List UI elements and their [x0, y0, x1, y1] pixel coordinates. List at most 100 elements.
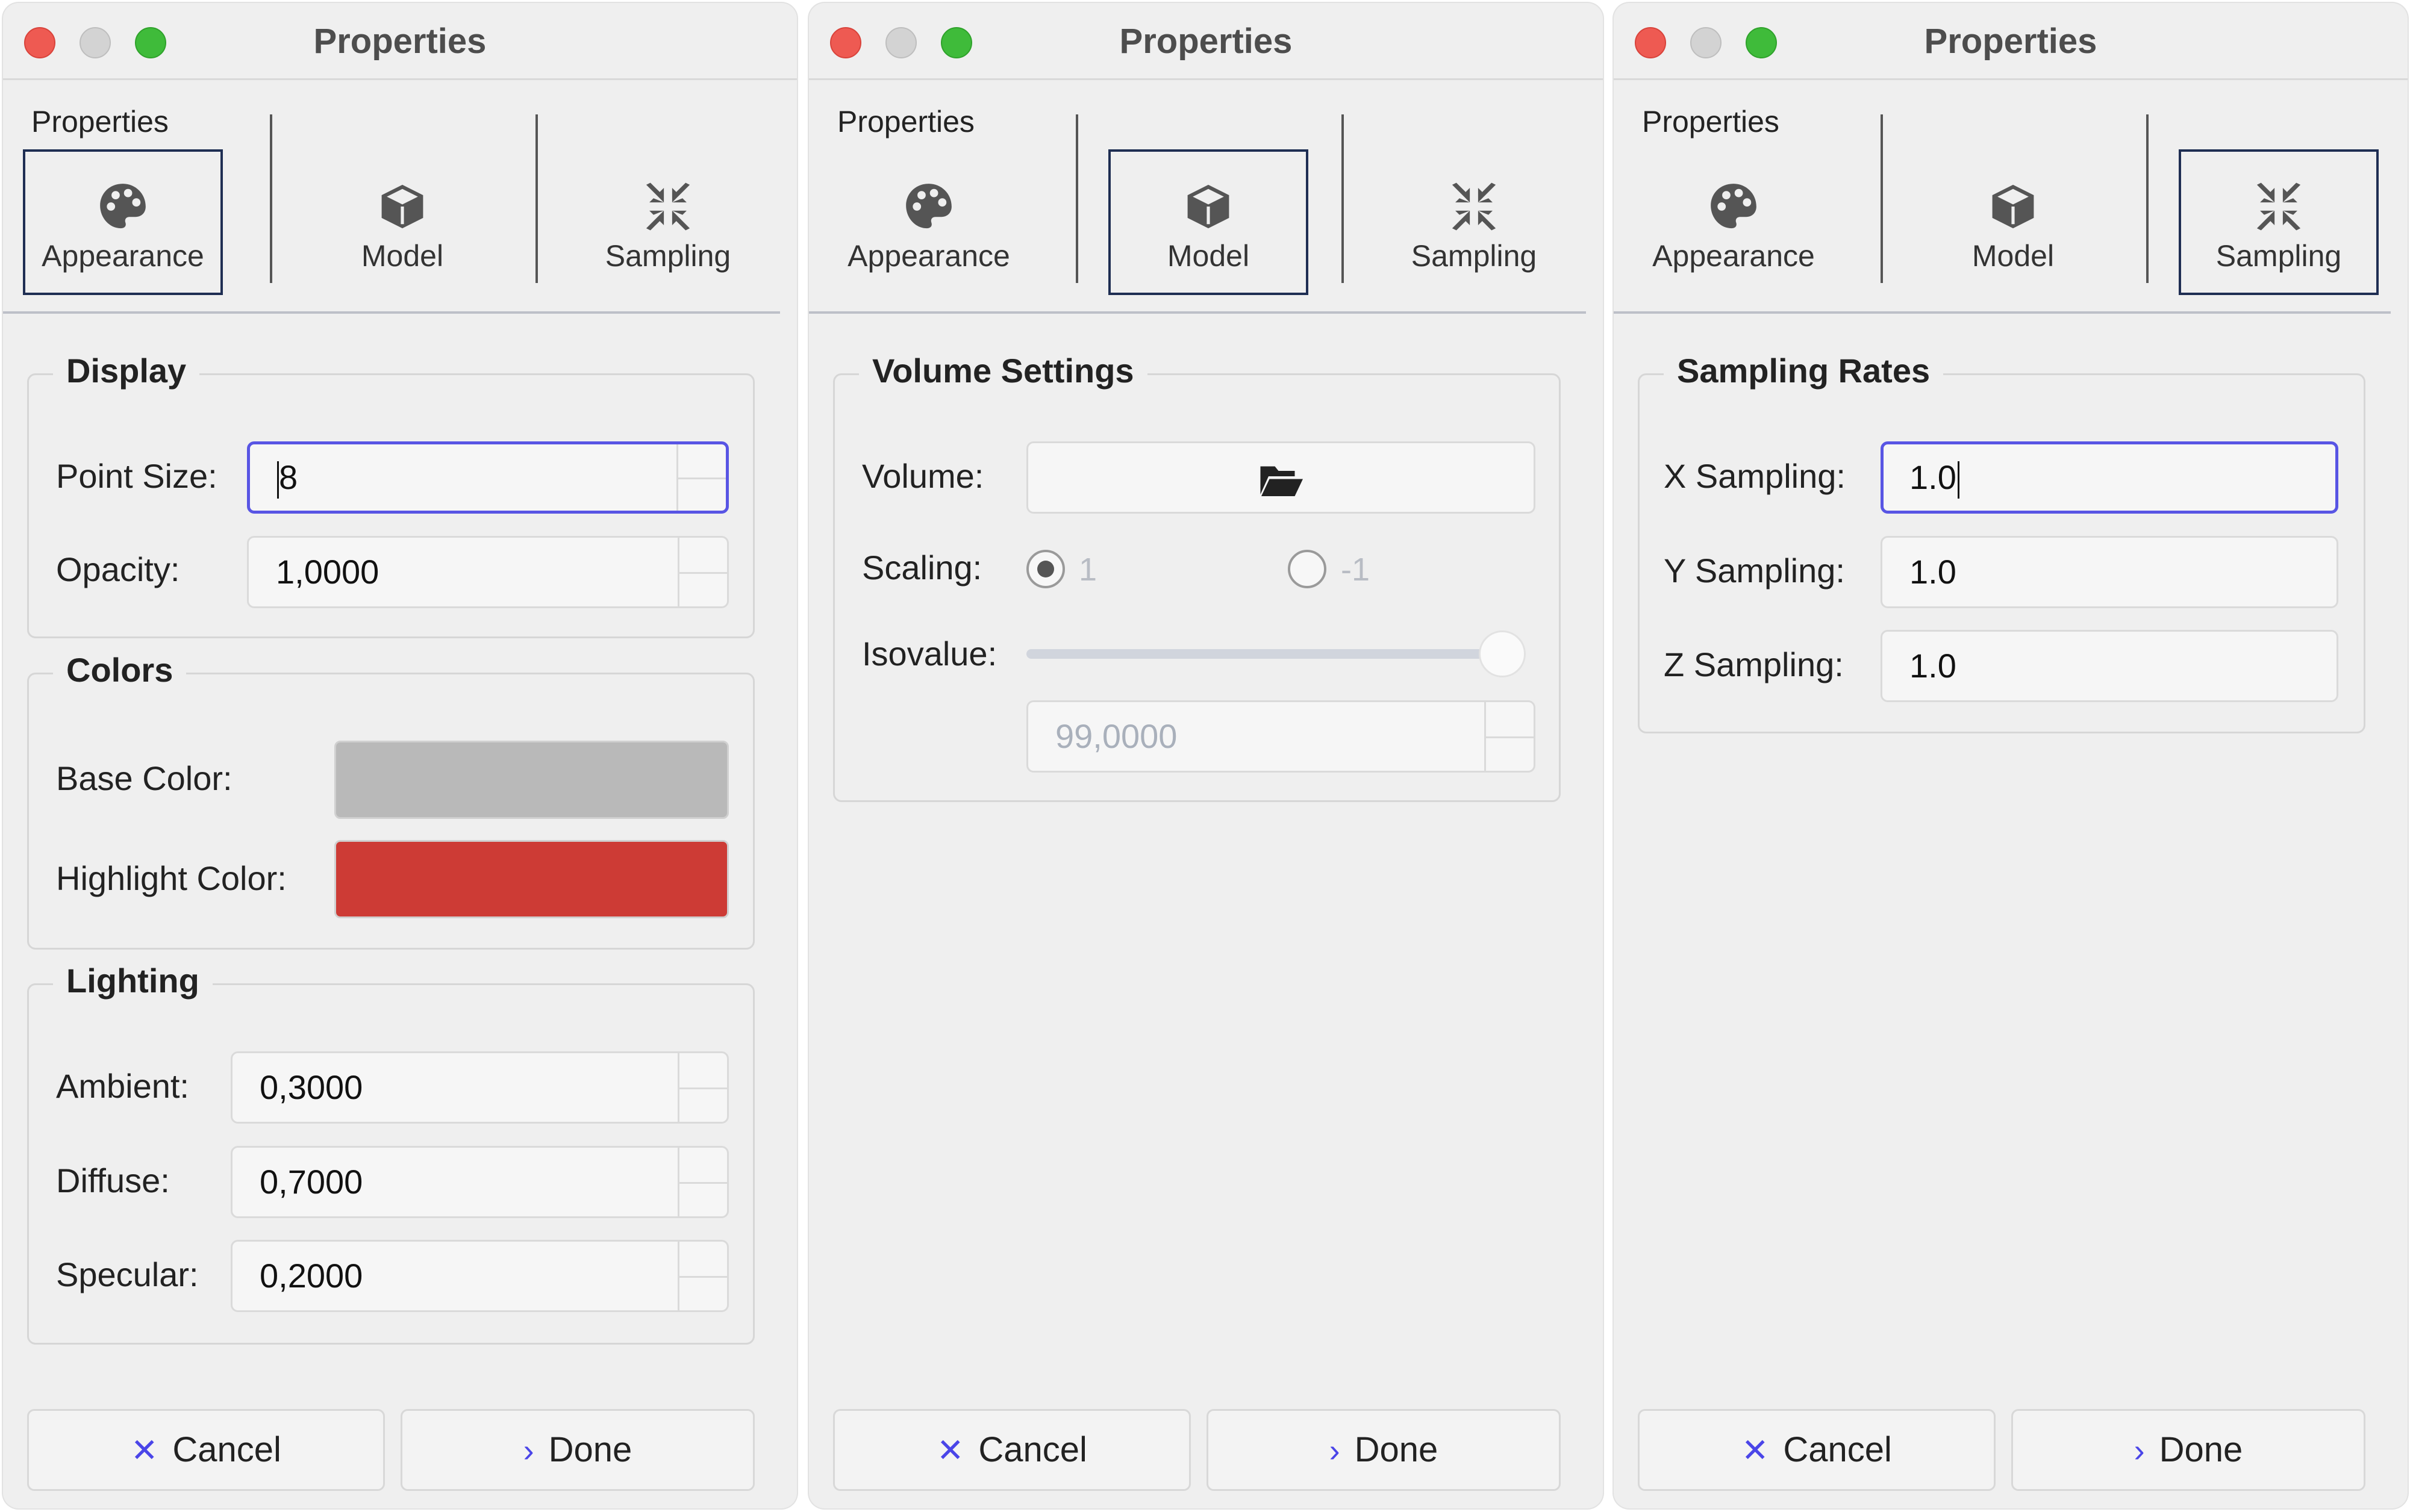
group-title: Display	[53, 351, 200, 390]
toolbar-label: Properties	[1642, 105, 1779, 138]
palette-icon	[1711, 184, 1756, 229]
compress-arrows-icon	[1452, 182, 1496, 231]
toolbar-separator	[535, 114, 538, 283]
tab-label: Sampling	[605, 239, 731, 273]
tab-sampling[interactable]: Sampling	[2179, 149, 2379, 295]
opacity-label: Opacity:	[56, 550, 180, 588]
tab-appearance[interactable]: Appearance	[829, 149, 1029, 295]
colors-group: Colors Base Color: Highlight Color:	[27, 650, 755, 950]
properties-window-sampling: Properties Properties Appearance Model S…	[1614, 3, 2408, 1508]
sampling-rates-group: Sampling Rates X Sampling: 1.0 Y Samplin…	[1638, 351, 2365, 733]
opacity-input[interactable]: 1,0000	[247, 536, 729, 608]
tab-appearance[interactable]: Appearance	[23, 149, 223, 295]
title-bar: Properties	[3, 3, 797, 80]
base-color-label: Base Color:	[56, 759, 233, 797]
toolbar-separator	[2146, 114, 2149, 283]
opacity-stepper[interactable]	[678, 538, 727, 606]
lighting-group: Lighting Ambient: 0,3000 Diffuse: 0,7000…	[27, 961, 755, 1345]
isovalue-input[interactable]: 99,0000	[1026, 700, 1535, 773]
tab-model[interactable]: Model	[302, 149, 502, 295]
z-sampling-label: Z Sampling:	[1664, 646, 1844, 683]
tab-sampling[interactable]: Sampling	[1374, 149, 1574, 295]
toolbar-divider	[3, 311, 780, 314]
properties-window-appearance: Properties Properties Appearance Model S…	[3, 3, 797, 1508]
diffuse-input[interactable]: 0,7000	[231, 1146, 729, 1218]
toolbar-label: Properties	[837, 105, 975, 138]
base-color-swatch[interactable]	[334, 741, 729, 819]
tab-label: Appearance	[42, 239, 204, 273]
done-button[interactable]: › Done	[401, 1409, 755, 1491]
tab-label: Appearance	[848, 239, 1010, 273]
specular-stepper[interactable]	[678, 1242, 727, 1310]
ambient-stepper[interactable]	[678, 1053, 727, 1122]
specular-input[interactable]: 0,2000	[231, 1240, 729, 1312]
specular-label: Specular:	[56, 1255, 199, 1293]
title-bar: Properties	[809, 3, 1603, 80]
properties-window-model: Properties Properties Appearance Model S…	[809, 3, 1603, 1508]
toolbar-label: Properties	[31, 105, 169, 138]
volume-settings-group: Volume Settings Volume: Scaling: 1 -1 Is…	[833, 351, 1561, 802]
cancel-button[interactable]: ✕ Cancel	[833, 1409, 1191, 1491]
volume-file-button[interactable]	[1026, 441, 1535, 514]
tab-label: Model	[1971, 239, 2055, 273]
title-bar: Properties	[1614, 3, 2408, 80]
group-title: Colors	[53, 650, 187, 689]
cube-icon	[1992, 184, 2034, 229]
close-icon: ✕	[937, 1433, 964, 1469]
group-title: Lighting	[53, 961, 213, 1000]
diffuse-label: Diffuse:	[56, 1162, 170, 1199]
tab-label: Appearance	[1652, 239, 1815, 273]
x-sampling-input[interactable]: 1.0	[1881, 441, 2338, 514]
volume-label: Volume:	[862, 457, 984, 495]
y-sampling-input[interactable]: 1.0	[1881, 536, 2338, 608]
point-size-input[interactable]: 8	[247, 441, 729, 514]
done-button[interactable]: › Done	[2011, 1409, 2365, 1491]
isovalue-label: Isovalue:	[862, 635, 997, 673]
z-sampling-input[interactable]: 1.0	[1881, 630, 2338, 702]
tab-label: Sampling	[2215, 239, 2342, 273]
tab-label: Model	[1167, 239, 1250, 273]
toolbar-separator	[1076, 114, 1078, 283]
tab-sampling[interactable]: Sampling	[568, 149, 768, 295]
tab-label: Model	[361, 239, 444, 273]
compress-arrows-icon	[2256, 182, 2301, 231]
cube-icon	[381, 184, 423, 229]
toolbar-separator	[1341, 114, 1344, 283]
highlight-color-label: Highlight Color:	[56, 859, 287, 897]
close-icon: ✕	[131, 1433, 158, 1469]
cancel-button[interactable]: ✕ Cancel	[27, 1409, 385, 1491]
window-title: Properties	[1119, 22, 1293, 61]
ambient-input[interactable]: 0,3000	[231, 1051, 729, 1124]
tab-label: Sampling	[1411, 239, 1537, 273]
isovalue-slider-track[interactable]	[1026, 649, 1502, 659]
scaling-label: Scaling:	[862, 549, 982, 586]
chevron-right-icon: ›	[1329, 1433, 1340, 1469]
close-icon: ✕	[1741, 1433, 1769, 1469]
isovalue-stepper[interactable]	[1484, 702, 1534, 771]
scaling-option-label: -1	[1341, 552, 1370, 588]
done-button[interactable]: › Done	[1207, 1409, 1561, 1491]
scaling-radio-1[interactable]	[1026, 550, 1065, 588]
cancel-button[interactable]: ✕ Cancel	[1638, 1409, 1996, 1491]
tab-model[interactable]: Model	[1108, 149, 1308, 295]
palette-icon	[906, 184, 952, 229]
point-size-label: Point Size:	[56, 457, 217, 495]
tab-appearance[interactable]: Appearance	[1634, 149, 1834, 295]
tab-model[interactable]: Model	[1913, 149, 2113, 295]
folder-open-icon	[1260, 466, 1303, 497]
diffuse-stepper[interactable]	[678, 1148, 727, 1216]
scaling-radio-minus-1[interactable]	[1288, 550, 1326, 588]
chevron-right-icon: ›	[2134, 1433, 2145, 1469]
chevron-right-icon: ›	[523, 1433, 534, 1469]
group-title: Sampling Rates	[1664, 351, 1944, 390]
y-sampling-label: Y Sampling:	[1664, 552, 1845, 590]
toolbar-separator	[1881, 114, 1883, 283]
toolbar-separator	[270, 114, 272, 283]
group-title: Volume Settings	[859, 351, 1147, 390]
highlight-color-swatch[interactable]	[334, 840, 729, 918]
text-caret	[1957, 461, 1959, 499]
isovalue-slider-handle[interactable]	[1479, 630, 1526, 677]
point-size-stepper[interactable]	[676, 444, 726, 511]
toolbar-divider	[1614, 311, 2391, 314]
compress-arrows-icon	[646, 182, 690, 231]
